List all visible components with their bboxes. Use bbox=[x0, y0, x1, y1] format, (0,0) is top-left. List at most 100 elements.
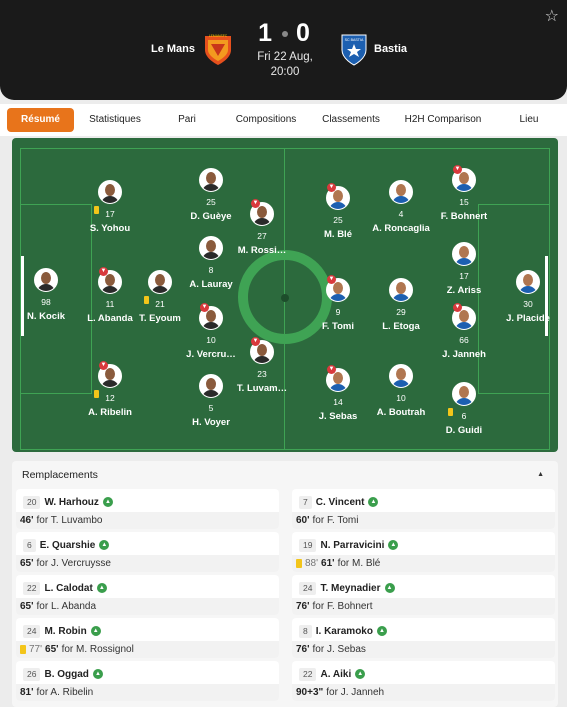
yellow-card-icon bbox=[448, 408, 453, 416]
away-player-8[interactable]: 25 M. Blé ▼ bbox=[298, 183, 378, 240]
tab-pari[interactable]: Pari bbox=[162, 108, 212, 132]
player-number: 10 bbox=[396, 393, 406, 403]
player-number: 9 bbox=[335, 307, 341, 317]
tab-h2h-comparison[interactable]: H2H Comparison bbox=[398, 108, 488, 132]
sub-in-row: 24 M. Robin ▲ bbox=[23, 624, 101, 638]
home-score: 1 bbox=[258, 19, 274, 47]
home-substitution-2[interactable]: 22 L. Calodat ▲ 65' for L. Abanda bbox=[16, 575, 279, 615]
sub-detail-row: 81' for A. Ribelin bbox=[16, 684, 279, 701]
match-datetime: Fri 22 Aug, 20:00 bbox=[235, 50, 335, 80]
sub-in-row: 7 C. Vincent ▲ bbox=[299, 495, 379, 509]
away-team-crest-icon[interactable]: SC BASTIA bbox=[339, 32, 369, 66]
sub-off-icon: ▼ bbox=[251, 337, 260, 346]
player-photo-icon bbox=[199, 168, 223, 192]
tab-statistiques[interactable]: Statistiques bbox=[79, 108, 151, 132]
away-player-10[interactable]: 14 J. Sebas ▼ bbox=[298, 365, 378, 422]
tab-compositions[interactable]: Compositions bbox=[226, 108, 306, 132]
player-name: J. Sebas bbox=[318, 411, 358, 422]
home-substitution-0[interactable]: 20 W. Harhouz ▲ 46' for T. Luvambo bbox=[16, 489, 279, 529]
sub-detail-row: 76' for J. Sebas bbox=[292, 641, 555, 658]
sub-replaced-player: for A. Ribelin bbox=[36, 687, 94, 698]
home-team-name[interactable]: Le Mans bbox=[151, 43, 195, 55]
lineup-pitch: 98 N. Kocik 17 S. Yohou 11 L. Abanda ▼ 21 T. Eyo… bbox=[12, 138, 558, 452]
player-number: 25 bbox=[333, 215, 343, 225]
yellow-card-icon bbox=[94, 206, 99, 214]
away-team-name[interactable]: Bastia bbox=[374, 43, 407, 55]
sub-in-icon: ▲ bbox=[90, 626, 101, 636]
sub-player-name: A. Aiki bbox=[320, 668, 352, 680]
sub-in-icon: ▲ bbox=[99, 540, 110, 550]
sub-minute: 65' bbox=[20, 558, 34, 569]
sub-player-name: L. Calodat bbox=[44, 582, 93, 594]
away-player-9[interactable]: 9 F. Tomi ▼ bbox=[298, 275, 378, 332]
sub-player-name: M. Robin bbox=[44, 625, 87, 637]
sub-in-row: 24 T. Meynadier ▲ bbox=[299, 581, 395, 595]
tab-resume[interactable]: Résumé bbox=[7, 108, 74, 132]
sub-number: 6 bbox=[23, 538, 36, 552]
home-player-9[interactable]: 27 M. Rossi… ▼ bbox=[222, 199, 302, 256]
tab-classements[interactable]: Classements bbox=[315, 108, 387, 132]
sub-number: 24 bbox=[299, 581, 317, 595]
sub-in-icon: ▲ bbox=[102, 497, 113, 507]
sub-detail-row: 65' for L. Abanda bbox=[16, 598, 279, 615]
sub-replaced-player: for J. Janneh bbox=[326, 687, 385, 698]
home-player-4[interactable]: 12 A. Ribelin ▼ bbox=[70, 361, 150, 418]
player-number: 66 bbox=[459, 335, 469, 345]
sub-minute: 65' bbox=[20, 601, 34, 612]
sub-detail-row: 46' for T. Luvambo bbox=[16, 512, 279, 529]
player-photo-icon bbox=[452, 382, 476, 406]
sub-minute: 61' bbox=[321, 558, 335, 569]
yellow-card-icon bbox=[144, 296, 149, 304]
player-number: 6 bbox=[461, 411, 467, 421]
sub-minute: 46' bbox=[20, 515, 34, 526]
sub-replaced-player: for M. Rossignol bbox=[61, 644, 134, 655]
yellow-card-icon bbox=[296, 559, 302, 568]
away-crest-text: SC BASTIA bbox=[345, 38, 364, 42]
away-substitution-2[interactable]: 24 T. Meynadier ▲ 76' for F. Bohnert bbox=[292, 575, 555, 615]
sub-in-icon: ▲ bbox=[388, 540, 399, 550]
away-score: 0 bbox=[296, 19, 312, 47]
away-substitution-0[interactable]: 7 C. Vincent ▲ 60' for F. Tomi bbox=[292, 489, 555, 529]
sub-minute: 60' bbox=[296, 515, 310, 526]
sub-replaced-player: for J. Sebas bbox=[312, 644, 366, 655]
home-player-1[interactable]: 17 S. Yohou bbox=[70, 180, 150, 234]
sub-detail-row: 76' for F. Bohnert bbox=[292, 598, 555, 615]
match-date: Fri 22 Aug, bbox=[257, 51, 313, 63]
sub-number: 24 bbox=[23, 624, 41, 638]
sub-player-name: C. Vincent bbox=[315, 496, 365, 508]
away-substitution-3[interactable]: 8 I. Karamoko ▲ 76' for J. Sebas bbox=[292, 618, 555, 658]
sub-detail-row: 65' for J. Vercruysse bbox=[16, 555, 279, 572]
home-crest-text: LEMANSFC bbox=[209, 34, 228, 38]
collapse-caret-icon[interactable]: ▲ bbox=[537, 461, 544, 489]
player-name: M. Rossi… bbox=[237, 245, 287, 256]
home-player-10[interactable]: 23 T. Luvam… ▼ bbox=[222, 337, 302, 394]
player-name: D. Guidi bbox=[445, 425, 483, 436]
sub-replaced-player: for J. Vercruysse bbox=[36, 558, 111, 569]
player-name: A. Ribelin bbox=[88, 407, 132, 418]
sub-in-row: 22 A. Aiki ▲ bbox=[299, 667, 366, 681]
sub-in-icon: ▲ bbox=[368, 497, 379, 507]
favorite-star-icon[interactable]: ☆ bbox=[545, 6, 559, 26]
player-number: 30 bbox=[523, 299, 533, 309]
home-substitution-4[interactable]: 26 B. Oggad ▲ 81' for A. Ribelin bbox=[16, 661, 279, 701]
substitutions-header[interactable]: Remplacements ▲ bbox=[12, 461, 558, 489]
sub-player-name: W. Harhouz bbox=[44, 496, 99, 508]
player-number: 17 bbox=[459, 271, 469, 281]
tab-lieu[interactable]: Lieu bbox=[512, 108, 546, 132]
sub-replaced-player: for M. Blé bbox=[337, 558, 381, 569]
player-photo-icon bbox=[148, 270, 172, 294]
player-name: A. Lauray bbox=[189, 279, 233, 290]
home-substitution-1[interactable]: 6 E. Quarshie ▲ 65' for J. Vercruysse bbox=[16, 532, 279, 572]
home-team-crest-icon[interactable]: LEMANSFC bbox=[203, 32, 233, 66]
sub-off-icon: ▼ bbox=[327, 275, 336, 284]
sub-replaced-player: for F. Bohnert bbox=[312, 601, 373, 612]
player-number: 14 bbox=[333, 397, 343, 407]
away-substitution-1[interactable]: 19 N. Parravicini ▲ 88' 61' for M. Blé bbox=[292, 532, 555, 572]
home-substitution-3[interactable]: 24 M. Robin ▲ 77' 65' for M. Rossignol bbox=[16, 618, 279, 658]
away-substitution-4[interactable]: 22 A. Aiki ▲ 90+3" for J. Janneh bbox=[292, 661, 555, 701]
substitutions-panel: Remplacements ▲ 20 W. Harhouz ▲ 46' for T. L… bbox=[12, 461, 558, 707]
scoreline: 10 bbox=[240, 19, 330, 48]
sub-in-icon: ▲ bbox=[355, 669, 366, 679]
sub-in-row: 22 L. Calodat ▲ bbox=[23, 581, 107, 595]
sub-minute: 65' bbox=[45, 644, 59, 655]
